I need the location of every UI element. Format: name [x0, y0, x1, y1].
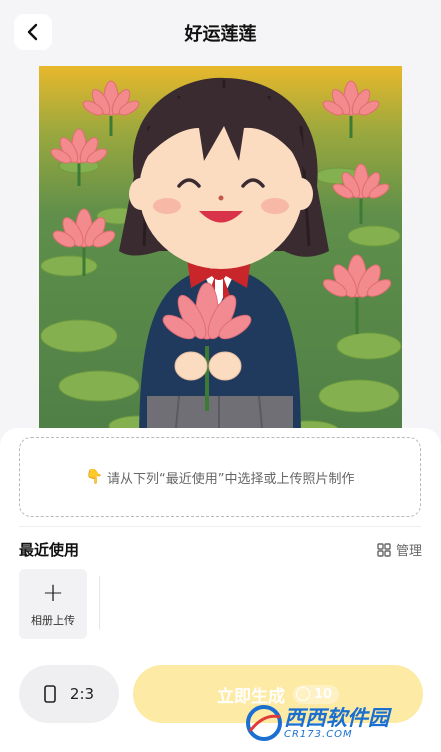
cost-value: 10 — [313, 686, 333, 702]
album-upload-button[interactable]: + 相册上传 — [19, 569, 87, 639]
upload-drop-area[interactable]: 👇 请从下列“最近使用”中选择或上传照片制作 — [19, 437, 421, 517]
divider — [19, 526, 421, 527]
coin-icon — [295, 687, 310, 701]
template-preview-image — [39, 66, 402, 438]
bottom-sheet: 👇 请从下列“最近使用”中选择或上传照片制作 最近使用 管理 + 相册上传 2:… — [0, 428, 441, 752]
manage-label: 管理 — [395, 544, 422, 559]
manage-button[interactable]: 管理 — [377, 540, 422, 559]
aspect-ratio-button[interactable]: 2:3 — [19, 665, 119, 723]
upload-hint-text: 请从下列“最近使用”中选择或上传照片制作 — [106, 471, 355, 487]
recent-section-title: 最近使用 — [19, 541, 80, 559]
cost-badge: 10 — [292, 684, 340, 704]
page-title: 好运莲莲 — [184, 24, 257, 45]
generate-button[interactable]: 立即生成 10 — [133, 665, 423, 723]
grid-icon — [377, 542, 391, 557]
divider — [99, 576, 100, 630]
plus-icon: + — [42, 578, 64, 608]
generate-label: 立即生成 — [216, 686, 285, 707]
header: 好运莲莲 — [0, 0, 441, 64]
pointing-down-icon: 👇 — [85, 469, 103, 485]
aspect-ratio-label: 2:3 — [69, 685, 95, 703]
phone-portrait-icon — [44, 685, 56, 703]
album-upload-label: 相册上传 — [31, 614, 75, 627]
